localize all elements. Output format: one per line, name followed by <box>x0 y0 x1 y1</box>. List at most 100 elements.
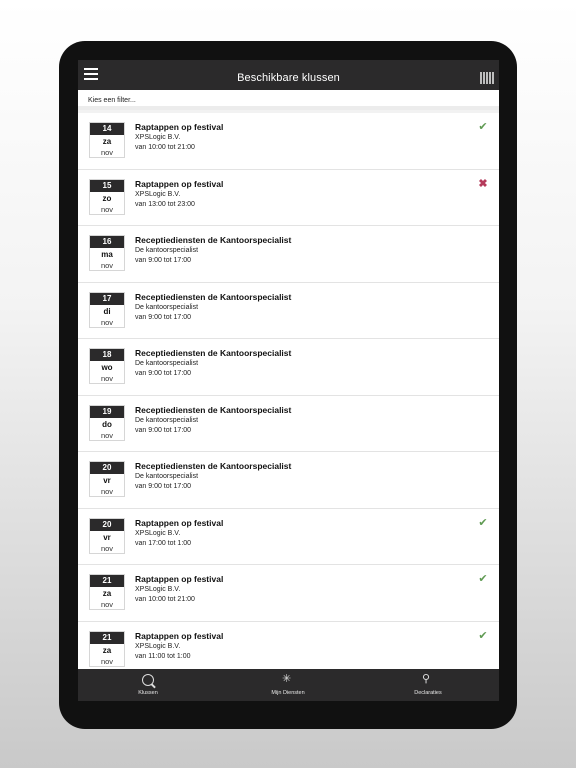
date-weekday: do <box>102 419 112 429</box>
job-company: De kantoorspecialist <box>135 303 199 311</box>
job-info: Raptappen op festival XPSLogic B.V. van … <box>135 122 223 153</box>
job-time: van 11:00 tot 1:00 <box>135 652 191 660</box>
job-info: Raptappen op festival XPSLogic B.V. van … <box>135 574 223 605</box>
date-day: 20 <box>90 462 124 474</box>
date-badge: 15 zo nov <box>89 178 125 215</box>
date-weekday: zo <box>102 193 112 203</box>
tab-label: Mijn Diensten <box>271 690 305 696</box>
job-row[interactable]: 20 vr nov Receptiediensten de Kantoorspe… <box>78 452 499 509</box>
job-info: Receptiediensten de Kantoorspecialist De… <box>135 235 291 266</box>
date-weekday: vr <box>103 532 111 542</box>
date-day: 20 <box>90 518 124 531</box>
job-title: Receptiediensten de Kantoorspecialist <box>135 461 292 471</box>
date-day: 19 <box>90 405 124 418</box>
job-company: De kantoorspecialist <box>135 416 199 424</box>
job-company: XPSLogic B.V. <box>135 134 181 141</box>
job-title: Receptiediensten de Kantoorspecialist <box>135 404 292 415</box>
date-badge: 17 di nov <box>89 291 125 328</box>
search-icon <box>142 674 154 686</box>
job-title: Raptappen op festival <box>135 122 224 132</box>
job-title: Receptiediensten de Kantoorspecialist <box>135 348 292 358</box>
job-company: XPSLogic B.V. <box>135 642 181 650</box>
job-row[interactable]: 21 za nov Raptappen op festival XPSLogic… <box>78 565 499 622</box>
job-row[interactable]: 20 vr nov Raptappen op festival XPSLogic… <box>78 508 499 565</box>
job-company: XPSLogic B.V. <box>135 190 181 198</box>
star-icon <box>282 672 294 686</box>
job-row[interactable]: 14 za nov Raptappen op festival XPSLogic… <box>78 113 499 170</box>
job-title: Raptappen op festival <box>135 630 224 641</box>
job-title: Receptiediensten de Kantoorspecialist <box>135 235 292 245</box>
date-weekday: wo <box>101 363 113 372</box>
date-month: nov <box>100 543 114 553</box>
date-weekday: vr <box>103 476 111 485</box>
job-time: van 13:00 tot 23:00 <box>135 200 195 208</box>
tab-klussen[interactable]: Klussen <box>98 669 198 701</box>
job-title: Raptappen op festival <box>135 574 224 584</box>
job-info: Receptiediensten de Kantoorspecialist De… <box>135 292 291 323</box>
job-company: XPSLogic B.V. <box>135 529 181 537</box>
job-time: van 9:00 tot 17:00 <box>135 257 192 264</box>
job-company: De kantoorspecialist <box>135 473 199 480</box>
date-month: nov <box>100 600 114 609</box>
date-day: 15 <box>90 179 124 192</box>
date-day: 16 <box>90 236 124 248</box>
date-badge: 18 wo nov <box>89 348 125 384</box>
date-day: 21 <box>90 575 124 587</box>
job-row[interactable]: 18 wo nov Receptiediensten de Kantoorspe… <box>78 339 499 396</box>
receipt-icon <box>422 672 434 686</box>
date-month: nov <box>100 656 114 666</box>
page-title: Beschikbare klussen <box>237 72 340 84</box>
job-time: van 9:00 tot 17:00 <box>135 426 192 434</box>
date-badge: 14 za nov <box>89 122 125 158</box>
checkmark-icon: ✔ <box>478 629 488 642</box>
job-title: Raptappen op festival <box>135 178 224 189</box>
job-time: van 17:00 tot 1:00 <box>135 539 192 547</box>
job-company: De kantoorspecialist <box>135 247 199 254</box>
cross-icon: ✖ <box>478 177 488 190</box>
tab-mijn-diensten[interactable]: Mijn Diensten <box>238 669 338 701</box>
checkmark-icon: ✔ <box>478 121 488 133</box>
job-time: van 9:00 tot 17:00 <box>135 370 192 377</box>
tab-bar: Klussen Mijn Diensten Declaraties <box>78 669 499 701</box>
date-day: 18 <box>90 349 124 361</box>
filter-select[interactable]: Kies een filter... <box>78 90 499 110</box>
date-day: 17 <box>90 292 124 305</box>
date-day: 14 <box>90 123 124 135</box>
date-month: nov <box>100 487 114 496</box>
date-badge: 19 do nov <box>89 404 125 441</box>
tab-declaraties[interactable]: Declaraties <box>378 669 478 701</box>
date-month: nov <box>100 317 114 327</box>
date-weekday: ma <box>101 250 113 259</box>
date-badge: 16 ma nov <box>89 235 125 271</box>
tab-label: Klussen <box>138 690 158 696</box>
date-month: nov <box>100 430 114 440</box>
date-month: nov <box>100 204 114 214</box>
job-row[interactable]: 16 ma nov Receptiediensten de Kantoorspe… <box>78 226 499 283</box>
job-info: Receptiediensten de Kantoorspecialist De… <box>135 405 291 436</box>
app-screen: Beschikbare klussen Kies een filter... 1… <box>78 60 499 701</box>
job-time: van 9:00 tot 17:00 <box>135 483 192 490</box>
job-title: Raptappen op festival <box>135 517 224 528</box>
qr-code-icon[interactable] <box>480 72 494 84</box>
date-month: nov <box>100 148 114 157</box>
date-weekday: di <box>103 306 111 316</box>
date-month: nov <box>100 374 114 383</box>
date-weekday: za <box>102 137 112 146</box>
date-badge: 21 za nov <box>89 574 125 610</box>
checkmark-icon: ✔ <box>478 573 488 585</box>
date-month: nov <box>100 261 114 270</box>
job-company: XPSLogic B.V. <box>135 586 181 593</box>
job-row[interactable]: 15 zo nov Raptappen op festival XPSLogic… <box>78 169 499 226</box>
date-badge: 20 vr nov <box>89 461 125 497</box>
top-bar: Beschikbare klussen <box>78 60 499 90</box>
job-row[interactable]: 17 di nov Receptiediensten de Kantoorspe… <box>78 282 499 339</box>
date-badge: 21 za nov <box>89 630 125 667</box>
job-company: De kantoorspecialist <box>135 360 199 367</box>
job-time: van 10:00 tot 21:00 <box>135 596 195 603</box>
job-title: Receptiediensten de Kantoorspecialist <box>135 291 292 302</box>
tab-label: Declaraties <box>414 690 442 696</box>
job-row[interactable]: 19 do nov Receptiediensten de Kantoorspe… <box>78 395 499 452</box>
job-list: 14 za nov Raptappen op festival XPSLogic… <box>78 113 499 678</box>
job-info: Receptiediensten de Kantoorspecialist De… <box>135 461 291 492</box>
date-day: 21 <box>90 631 124 644</box>
